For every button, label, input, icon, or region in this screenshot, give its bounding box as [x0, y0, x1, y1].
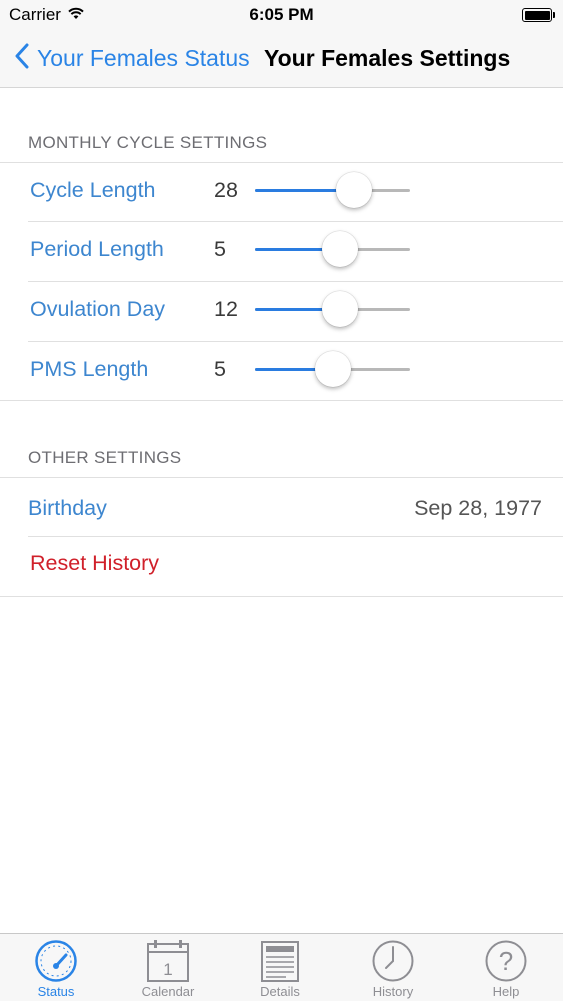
birthday-label: Birthday — [28, 496, 107, 520]
clock-time: 6:05 PM — [249, 5, 314, 24]
tab-history[interactable]: History — [337, 934, 449, 1001]
reset-history-button[interactable]: Reset History — [0, 533, 563, 593]
help-icon: ? — [484, 939, 528, 983]
slider-thumb[interactable] — [322, 231, 359, 267]
monthly-cycle-settings-header: MONTHLY CYCLE SETTINGS — [28, 133, 268, 152]
period-length-label: Period Length — [30, 237, 164, 261]
tab-status-label: Status — [37, 984, 75, 999]
pms-length-row: PMS Length 5 — [0, 339, 563, 399]
tab-status[interactable]: Status — [0, 934, 112, 1001]
tab-help-label: Help — [492, 984, 520, 999]
pms-length-label: PMS Length — [30, 357, 149, 381]
other-settings-header: OTHER SETTINGS — [28, 448, 182, 467]
section-divider — [0, 400, 563, 401]
pms-length-value: 5 — [214, 357, 226, 381]
ovulation-day-slider[interactable] — [255, 291, 410, 327]
tab-details-label: Details — [260, 984, 300, 999]
section-divider — [0, 596, 563, 597]
status-bar: Carrier 6:05 PM — [0, 0, 563, 30]
navigation-bar: Your Females Status Your Females Setting… — [0, 30, 563, 88]
tab-bar: Status 1 Calendar Details History ? Help — [0, 933, 563, 1001]
period-length-value: 5 — [214, 237, 226, 261]
document-icon — [258, 939, 302, 983]
tab-calendar[interactable]: 1 Calendar — [112, 934, 224, 1001]
reset-history-label: Reset History — [30, 551, 160, 575]
cycle-length-label: Cycle Length — [30, 178, 156, 202]
tab-calendar-label: Calendar — [141, 984, 195, 999]
cycle-length-slider[interactable] — [255, 172, 410, 208]
birthday-value: Sep 28, 1977 — [414, 496, 542, 520]
calendar-icon: 1 — [146, 939, 190, 983]
battery-icon — [522, 8, 555, 22]
slider-thumb[interactable] — [314, 351, 351, 387]
clock-icon — [371, 939, 415, 983]
period-length-row: Period Length 5 — [0, 219, 563, 279]
chevron-left-icon — [15, 43, 29, 74]
tab-help[interactable]: ? Help — [450, 934, 562, 1001]
page-title: Your Females Settings — [264, 45, 511, 71]
ovulation-day-row: Ovulation Day 12 — [0, 279, 563, 339]
period-length-slider[interactable] — [255, 231, 410, 267]
gauge-icon — [34, 939, 78, 983]
cycle-length-value: 28 — [214, 178, 238, 202]
cycle-length-row: Cycle Length 28 — [0, 160, 563, 220]
birthday-row[interactable]: Birthday Sep 28, 1977 — [0, 478, 563, 538]
slider-thumb[interactable] — [322, 291, 359, 327]
ovulation-day-value: 12 — [214, 297, 238, 321]
tab-history-label: History — [372, 984, 414, 999]
tab-details[interactable]: Details — [224, 934, 336, 1001]
back-button[interactable]: Your Females Status — [15, 43, 250, 73]
ovulation-day-label: Ovulation Day — [30, 297, 166, 321]
back-button-label: Your Females Status — [37, 44, 250, 71]
svg-text:?: ? — [499, 946, 513, 976]
svg-text:1: 1 — [163, 960, 172, 979]
slider-thumb[interactable] — [336, 172, 373, 208]
pms-length-slider[interactable] — [255, 351, 410, 387]
